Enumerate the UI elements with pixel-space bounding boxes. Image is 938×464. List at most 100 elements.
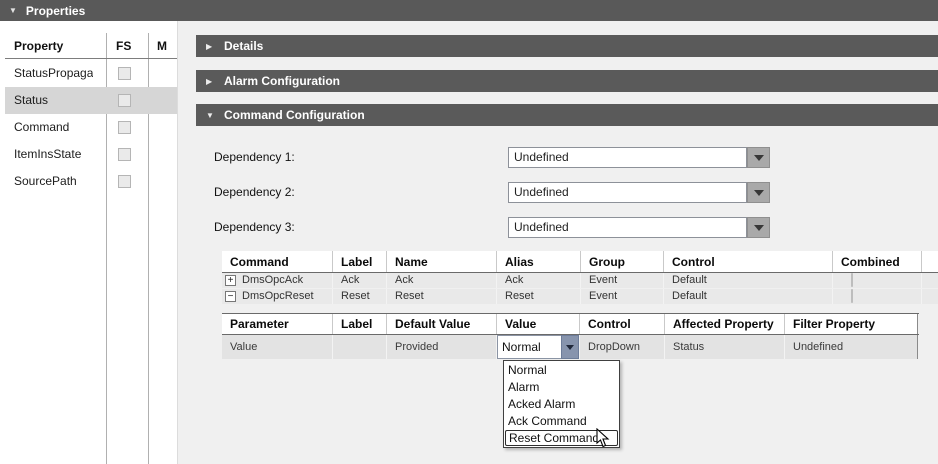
dropdown-item-alarm[interactable]: Alarm bbox=[505, 379, 618, 396]
properties-panel: ▼ Properties Property FS M StatusPropaga… bbox=[0, 0, 938, 464]
value-combobox[interactable]: Normal bbox=[497, 335, 561, 359]
control-cell: Default bbox=[664, 289, 833, 304]
command-row-dmsopcack[interactable]: + DmsOpcAck Ack Ack Ack Event Default bbox=[222, 273, 938, 288]
alias-cell: Ack bbox=[497, 273, 581, 288]
property-row-status[interactable]: Status bbox=[5, 87, 177, 114]
column-header-label: Label bbox=[333, 314, 387, 334]
combined-checkbox[interactable] bbox=[851, 289, 853, 303]
group-cell: Event bbox=[581, 273, 664, 288]
property-name: Command bbox=[14, 114, 69, 141]
collapsed-triangle-icon: ▶ bbox=[206, 42, 216, 51]
column-header-combined: Combined bbox=[833, 251, 922, 272]
property-row-iteminsstate[interactable]: ItemInsState bbox=[5, 141, 177, 168]
column-header-label: Label bbox=[333, 251, 387, 272]
dependency-1-select[interactable]: Undefined bbox=[508, 147, 747, 168]
combined-cell bbox=[833, 289, 922, 304]
mouse-cursor-icon bbox=[596, 428, 610, 453]
control-cell: DropDown bbox=[580, 335, 665, 359]
column-header-affected-property: Affected Property bbox=[665, 314, 785, 334]
command-name: DmsOpcReset bbox=[242, 289, 314, 304]
dependency-1-dropdown-button[interactable] bbox=[747, 147, 770, 168]
property-grid-header: Property FS M bbox=[5, 33, 177, 59]
value-dropdown-button[interactable] bbox=[561, 335, 579, 359]
dependency-2-label: Dependency 2: bbox=[214, 182, 295, 203]
column-header-value: Value bbox=[497, 314, 580, 334]
group-cell: Event bbox=[581, 289, 664, 304]
column-header-default-value: Default Value bbox=[387, 314, 497, 334]
section-label: Command Configuration bbox=[224, 108, 365, 122]
property-name: StatusPropaga bbox=[14, 60, 93, 87]
section-alarm-configuration[interactable]: ▶ Alarm Configuration bbox=[196, 70, 938, 92]
property-grid: Property FS M StatusPropaga Status Comma… bbox=[5, 21, 177, 464]
combined-checkbox[interactable] bbox=[851, 273, 853, 287]
dependency-2-dropdown-button[interactable] bbox=[747, 182, 770, 203]
column-header-property: Property bbox=[14, 33, 63, 59]
dropdown-item-normal[interactable]: Normal bbox=[505, 362, 618, 379]
fs-checkbox[interactable] bbox=[118, 94, 131, 107]
parameter-row-value[interactable]: Value Provided Normal DropDown Status Un… bbox=[222, 335, 919, 359]
command-table-header: Command Label Name Alias Group Control C… bbox=[222, 251, 938, 273]
dependency-3-dropdown-button[interactable] bbox=[747, 217, 770, 238]
dependency-3-label: Dependency 3: bbox=[214, 217, 295, 238]
label-cell: Reset bbox=[333, 289, 387, 304]
dropdown-arrow-icon bbox=[754, 190, 764, 196]
column-header-m: M bbox=[157, 33, 167, 59]
control-cell: Default bbox=[664, 273, 833, 288]
properties-titlebar[interactable]: ▼ Properties bbox=[0, 0, 938, 21]
property-row-sourcepath[interactable]: SourcePath bbox=[5, 168, 177, 195]
column-header-fs: FS bbox=[116, 33, 131, 59]
collapse-minus-icon[interactable]: − bbox=[225, 291, 236, 302]
section-label: Alarm Configuration bbox=[224, 74, 340, 88]
label-cell: Ack bbox=[333, 273, 387, 288]
command-cell: − DmsOpcReset bbox=[222, 289, 333, 304]
command-cell: + DmsOpcAck bbox=[222, 273, 333, 288]
parameter-table-header: Parameter Label Default Value Value Cont… bbox=[222, 313, 919, 335]
fs-checkbox[interactable] bbox=[118, 148, 131, 161]
dropdown-arrow-icon bbox=[754, 155, 764, 161]
column-header-filter-property: Filter Property bbox=[785, 314, 918, 334]
column-header-name: Name bbox=[387, 251, 497, 272]
command-name: DmsOpcAck bbox=[242, 273, 303, 288]
dropdown-item-acked-alarm[interactable]: Acked Alarm bbox=[505, 396, 618, 413]
column-header-command: Command bbox=[222, 251, 333, 272]
affected-property-cell: Status bbox=[665, 335, 785, 359]
dependency-2-select[interactable]: Undefined bbox=[508, 182, 747, 203]
collapse-triangle-icon: ▼ bbox=[9, 6, 17, 15]
property-row-command[interactable]: Command bbox=[5, 114, 177, 141]
section-command-configuration[interactable]: ▼ Command Configuration bbox=[196, 104, 938, 126]
clipped-cell bbox=[922, 289, 938, 304]
expanded-triangle-icon: ▼ bbox=[206, 111, 216, 120]
column-header-alias: Alias bbox=[497, 251, 581, 272]
property-grid-rows: StatusPropaga Status Command ItemInsStat… bbox=[5, 60, 177, 195]
panel-title: Properties bbox=[26, 4, 85, 18]
property-name: Status bbox=[14, 87, 48, 114]
column-header-clipped bbox=[922, 251, 938, 272]
fs-checkbox[interactable] bbox=[118, 121, 131, 134]
clipped-cell bbox=[922, 273, 938, 288]
dropdown-arrow-icon bbox=[754, 225, 764, 231]
default-value-cell: Provided bbox=[387, 335, 497, 359]
command-row-dmsopcreset[interactable]: − DmsOpcReset Reset Reset Reset Event De… bbox=[222, 289, 938, 304]
name-cell: Ack bbox=[387, 273, 497, 288]
section-details[interactable]: ▶ Details bbox=[196, 35, 938, 57]
property-row-statuspropagation[interactable]: StatusPropaga bbox=[5, 60, 177, 87]
value-cell: Normal bbox=[497, 335, 580, 359]
dependency-1-label: Dependency 1: bbox=[214, 147, 295, 168]
dependency-3-select[interactable]: Undefined bbox=[508, 217, 747, 238]
filter-property-cell: Undefined bbox=[785, 335, 918, 359]
fs-checkbox[interactable] bbox=[118, 67, 131, 80]
property-name: SourcePath bbox=[14, 168, 77, 195]
name-cell: Reset bbox=[387, 289, 497, 304]
column-header-group: Group bbox=[581, 251, 664, 272]
property-name: ItemInsState bbox=[14, 141, 81, 168]
combined-cell bbox=[833, 273, 922, 288]
alias-cell: Reset bbox=[497, 289, 581, 304]
parameter-cell: Value bbox=[222, 335, 333, 359]
expand-plus-icon[interactable]: + bbox=[225, 275, 236, 286]
fs-checkbox[interactable] bbox=[118, 175, 131, 188]
column-header-parameter: Parameter bbox=[222, 314, 333, 334]
dropdown-arrow-icon bbox=[566, 345, 574, 350]
section-label: Details bbox=[224, 39, 263, 53]
collapsed-triangle-icon: ▶ bbox=[206, 77, 216, 86]
command-table: Command Label Name Alias Group Control C… bbox=[222, 251, 938, 305]
